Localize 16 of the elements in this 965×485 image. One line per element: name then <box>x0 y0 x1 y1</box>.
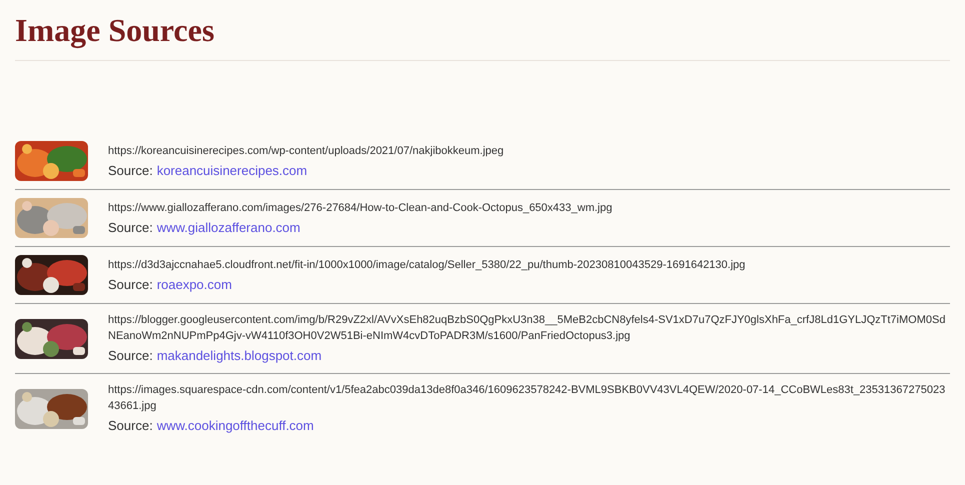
source-link[interactable]: makandelights.blogspot.com <box>156 347 322 365</box>
image-url: https://www.giallozafferano.com/images/276-27684/How-to-Clean-and-Cook-Octopus_650x433_wm.jpg <box>108 200 612 216</box>
image-url: https://d3d3ajccnahae5.cloudfront.net/fit-in/1000x1000/image/catalog/Seller_5380/22_pu/thumb-20230810043529-1691642130.jpg <box>108 258 746 272</box>
source-label: Source: <box>108 162 153 180</box>
page-title: Image Sources <box>15 11 216 50</box>
source-label: Source: <box>108 347 153 365</box>
image-url: https://koreancuisinerecipes.com/wp-content/uploads/2021/07/nakjibokkeum.jpeg <box>108 144 504 158</box>
image-url: https://images.squarespace-cdn.com/content/v1/5fea2abc039da13de8f0a346/1609623578242-BVML9SBKB0VV43VL4QEW/2020-07-14_CCoBWLes83t_2353136727502343661.jpg <box>108 383 946 414</box>
source-link[interactable]: koreancuisinerecipes.com <box>156 162 308 180</box>
source-label: Source: <box>108 276 153 294</box>
source-link[interactable]: www.giallozafferano.com <box>156 218 300 236</box>
source-label: Source: <box>108 218 153 236</box>
image-url: https://blogger.googleusercontent.com/img/b/R29vZ2xl/AVvXsEh82uqBzbS0QgPkxU3n38__5MeB2cbCN8yfels4-SV1xD7u7QzFJY0glsXhFa_crfJ8Ld1GYLJQzTt7iMOM0SdNEanoWm2nNUPmPp4Gjv-vW4110f3OH0V2W51Bi-eNImW4cvDToPADR3M/s1600/PanFriedOctopus3.jpg <box>108 313 946 344</box>
source-link[interactable]: www.cookingoffthecuff.com <box>156 417 314 435</box>
source-label: Source: <box>108 417 153 435</box>
source-link[interactable]: roaexpo.com <box>156 276 232 294</box>
